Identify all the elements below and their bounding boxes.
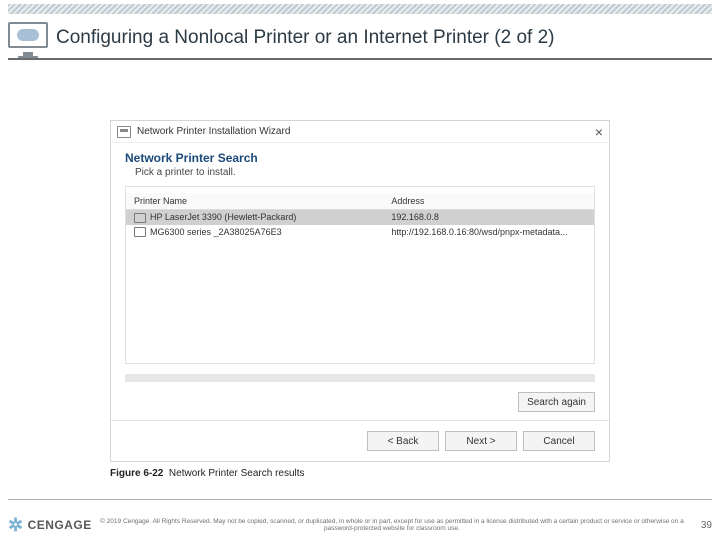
printer-address: http://192.168.0.16:80/wsd/pnpx-metadata…	[383, 225, 594, 240]
printer-address: 192.168.0.8	[383, 210, 594, 225]
printer-name: MG6300 series _2A38025A76E3	[150, 227, 282, 237]
table-row[interactable]: HP LaserJet 3390 (Hewlett-Packard) 192.1…	[126, 210, 594, 225]
column-header-name[interactable]: Printer Name	[126, 193, 383, 210]
printer-name: HP LaserJet 3390 (Hewlett-Packard)	[150, 212, 296, 222]
figure-caption: Figure 6-22 Network Printer Search resul…	[110, 468, 610, 479]
search-progress-bar	[125, 374, 595, 382]
figure-label: Figure 6-22	[110, 468, 163, 479]
table-row[interactable]: MG6300 series _2A38025A76E3 http://192.1…	[126, 225, 594, 240]
printer-wizard-dialog: Network Printer Installation Wizard × Ne…	[110, 120, 610, 462]
dialog-body: Network Printer Search Pick a printer to…	[111, 143, 609, 364]
back-button[interactable]: < Back	[367, 431, 439, 451]
figure-area: Network Printer Installation Wizard × Ne…	[110, 120, 610, 479]
printer-list-box: Printer Name Address HP LaserJet 3390 (H…	[125, 186, 595, 364]
search-again-button[interactable]: Search again	[518, 392, 595, 412]
brand-text: CENGAGE	[28, 518, 92, 532]
slide-top-stripe	[8, 4, 712, 14]
dialog-heading: Network Printer Search	[125, 151, 595, 165]
list-empty-space	[134, 241, 586, 361]
cengage-logo: ✲ CENGAGE	[8, 518, 92, 532]
cancel-button[interactable]: Cancel	[523, 431, 595, 451]
column-header-address[interactable]: Address	[383, 193, 594, 210]
footer-rule	[8, 499, 712, 500]
dialog-titlebar: Network Printer Installation Wizard ×	[111, 121, 609, 143]
copyright-text: © 2019 Cengage. All Rights Reserved. May…	[92, 518, 692, 532]
dialog-title: Network Printer Installation Wizard	[137, 126, 587, 137]
slide-header: Configuring a Nonlocal Printer or an Int…	[8, 22, 712, 54]
slide-footer: ✲ CENGAGE © 2019 Cengage. All Rights Res…	[8, 518, 712, 532]
printer-icon	[117, 126, 131, 138]
header-rule	[8, 58, 712, 60]
next-button[interactable]: Next >	[445, 431, 517, 451]
printer-table: Printer Name Address HP LaserJet 3390 (H…	[126, 193, 594, 363]
cloud-monitor-icon	[8, 22, 48, 54]
figure-caption-text: Network Printer Search results	[169, 468, 305, 479]
slide-number: 39	[692, 520, 712, 531]
printer-row-icon	[134, 213, 146, 223]
dialog-subheading: Pick a printer to install.	[135, 167, 595, 178]
slide-title: Configuring a Nonlocal Printer or an Int…	[56, 27, 554, 49]
close-icon[interactable]: ×	[587, 125, 603, 139]
printer-row-icon	[134, 227, 146, 237]
